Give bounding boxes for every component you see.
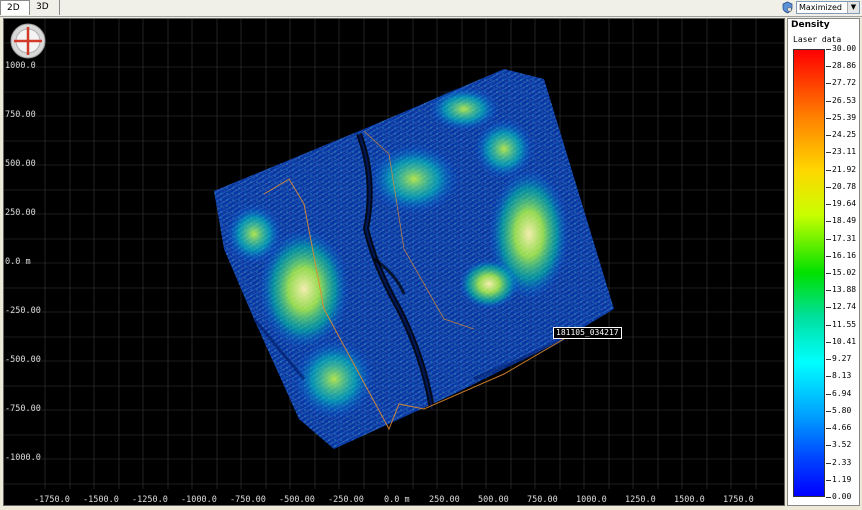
legend-value: 24.25: [832, 130, 857, 140]
legend-title: Density: [791, 20, 830, 30]
color-scale-bar: [793, 49, 825, 497]
x-tick: 750.00: [527, 495, 558, 505]
legend-value: 12.74: [832, 302, 857, 312]
legend-value: 23.11: [832, 147, 857, 157]
legend-value: 0.00: [832, 492, 852, 501]
x-tick: -500.00: [279, 495, 315, 505]
legend-tick-mark: [826, 307, 831, 309]
shield-icon[interactable]: [781, 1, 794, 14]
laser-density-map: [214, 69, 614, 449]
y-tick: 750.00: [5, 110, 36, 120]
legend-tick-mark: [826, 497, 831, 498]
legend-value: 9.27: [832, 354, 852, 364]
x-tick: 0.0 m: [384, 495, 410, 505]
tab-2d[interactable]: 2D: [0, 0, 30, 15]
legend-value: 19.64: [832, 199, 857, 209]
legend-value: 20.78: [832, 181, 857, 191]
x-tick: -1500.0: [83, 495, 119, 505]
view-mode-select[interactable]: Maximized ▼: [796, 1, 860, 14]
legend-value: 4.66: [832, 423, 852, 433]
x-tick: 1250.0: [625, 495, 656, 505]
x-tick: -1000.0: [181, 495, 217, 505]
legend-tick-mark: [826, 479, 831, 481]
x-tick: -250.00: [328, 495, 364, 505]
legend-value: 25.39: [832, 112, 857, 122]
y-tick: 0.0 m: [5, 257, 31, 267]
x-tick: 250.00: [429, 495, 460, 505]
crosshair-logo-icon: [10, 23, 46, 59]
legend-tick-mark: [826, 135, 831, 137]
view-mode-value: Maximized: [799, 3, 842, 12]
scan-label[interactable]: 181105_034217: [553, 327, 622, 339]
legend-value: 27.72: [832, 78, 857, 88]
legend-tick-mark: [826, 66, 831, 68]
legend-value: 5.80: [832, 405, 852, 415]
y-tick: -250.00: [5, 306, 41, 316]
legend-tick-mark: [826, 117, 831, 119]
y-tick: -750.00: [5, 404, 41, 414]
legend-value: 8.13: [832, 371, 852, 381]
legend-tick-mark: [826, 428, 831, 430]
legend-value: 21.92: [832, 164, 857, 174]
legend-tick-mark: [826, 376, 831, 378]
legend-value: 10.41: [832, 336, 857, 346]
legend-value: 1.19: [832, 474, 852, 484]
x-tick: 1500.0: [674, 495, 705, 505]
y-tick: 250.00: [5, 208, 36, 218]
x-tick: -1750.0: [34, 495, 70, 505]
chevron-down-icon[interactable]: ▼: [847, 2, 859, 13]
legend-subtitle: Laser data: [793, 35, 842, 44]
legend-value: 18.49: [832, 216, 857, 226]
legend-tick-mark: [826, 410, 831, 412]
y-tick: 500.00: [5, 159, 36, 169]
legend-value: 26.53: [832, 95, 857, 105]
y-tick: -1000.0: [5, 453, 41, 463]
legend-tick-mark: [826, 204, 831, 206]
legend-tick-mark: [826, 255, 831, 257]
tab-3d[interactable]: 3D: [30, 0, 60, 15]
legend-tick-mark: [826, 290, 831, 292]
legend-tick-mark: [826, 445, 831, 447]
legend-tick-mark: [826, 359, 831, 361]
legend-tick-mark: [826, 221, 831, 223]
x-tick: 1000.0: [576, 495, 607, 505]
legend-tick-mark: [826, 273, 831, 274]
legend-tick-mark: [826, 238, 831, 240]
legend-value: 13.88: [832, 285, 857, 295]
legend-tick-mark: [826, 186, 831, 188]
legend-value: 17.31: [832, 233, 857, 243]
legend-tick-mark: [826, 462, 831, 464]
legend-value: 16.16: [832, 250, 857, 260]
legend-value: 15.02: [832, 268, 857, 277]
legend-value: 6.94: [832, 388, 852, 398]
legend-tick-mark: [826, 152, 831, 154]
legend-tick-mark: [826, 341, 831, 343]
legend-tick-mark: [826, 49, 831, 50]
legend-tick-mark: [826, 169, 831, 171]
legend-tick-mark: [826, 324, 831, 326]
legend-value: 2.33: [832, 457, 852, 467]
density-legend: Density Laser data 30.00 28.86 27.72 26.53 2…: [787, 18, 860, 506]
x-tick: -1250.0: [132, 495, 168, 505]
legend-value: 11.55: [832, 319, 857, 329]
plot-area[interactable]: 1000.0 750.00 500.00 250.00 0.0 m -250.0…: [3, 18, 785, 506]
plot-canvas[interactable]: [4, 19, 785, 506]
y-tick: -500.00: [5, 355, 41, 365]
toolbar: 2D 3D Maximized ▼: [0, 0, 862, 17]
y-tick: 1000.0: [5, 61, 36, 71]
legend-value: 3.52: [832, 440, 852, 450]
legend-value: 30.00: [832, 44, 857, 53]
legend-tick-mark: [826, 100, 831, 102]
legend-value: 28.86: [832, 61, 857, 71]
legend-tick-mark: [826, 83, 831, 85]
x-tick: -750.00: [230, 495, 266, 505]
legend-tick-mark: [826, 393, 831, 395]
x-tick: 1750.0: [723, 495, 754, 505]
x-tick: 500.00: [478, 495, 509, 505]
